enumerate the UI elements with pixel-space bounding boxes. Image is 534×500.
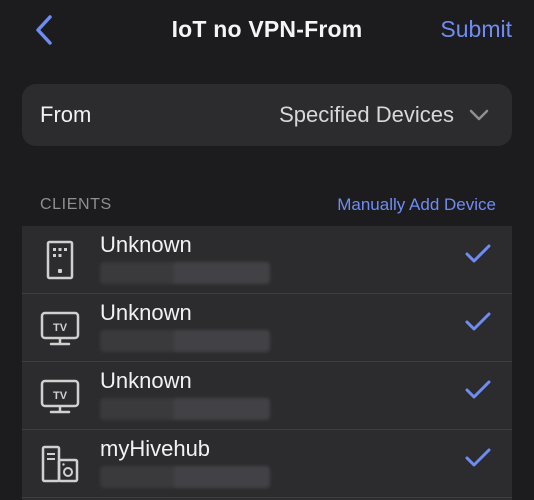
clients-section-title: CLIENTS (40, 196, 112, 213)
from-selector[interactable]: From Specified Devices (22, 84, 512, 146)
smart-panel-icon (40, 238, 80, 282)
checkmark-icon[interactable] (464, 376, 492, 404)
hub-icon (40, 442, 80, 486)
tv-icon-label: TV (53, 322, 68, 334)
from-value: Specified Devices (279, 102, 454, 127)
client-name: Unknown (100, 300, 192, 325)
submit-button[interactable]: Submit (440, 16, 512, 43)
checkmark-icon[interactable] (464, 240, 492, 268)
client-row[interactable]: TV Unknown (22, 294, 512, 362)
client-list: Unknown TV Unknown TV Unknown myHivehub (22, 226, 512, 500)
client-row[interactable]: TV Unknown (22, 362, 512, 430)
redacted-detail (100, 262, 270, 284)
tv-icon: TV (40, 306, 80, 350)
client-row[interactable]: Unknown (22, 226, 512, 294)
clients-section-header: CLIENTS Manually Add Device (40, 194, 496, 216)
checkmark-icon[interactable] (464, 308, 492, 336)
from-label: From (40, 102, 92, 127)
redacted-detail (100, 398, 270, 420)
client-row[interactable]: myHivehub (22, 430, 512, 498)
client-name: myHivehub (100, 436, 211, 461)
checkmark-icon[interactable] (464, 444, 492, 472)
client-name: Unknown (100, 368, 192, 393)
manually-add-device-link[interactable]: Manually Add Device (337, 195, 496, 215)
tv-icon: TV (40, 374, 80, 418)
screen: IoT no VPN-From Submit From Specified De… (0, 0, 534, 500)
nav-bar: IoT no VPN-From Submit (0, 0, 534, 62)
tv-icon-label: TV (53, 390, 68, 402)
redacted-detail (100, 330, 270, 352)
redacted-detail (100, 466, 270, 488)
client-name: Unknown (100, 232, 192, 257)
chevron-down-icon (468, 104, 490, 126)
